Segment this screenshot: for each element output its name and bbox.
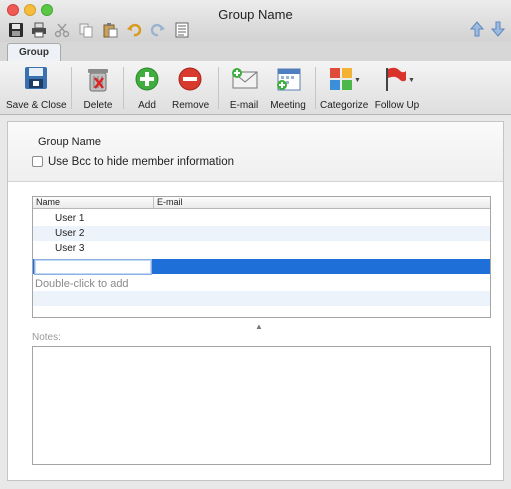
group-form-panel: Group Name Use Bcc to hide member inform…: [7, 121, 504, 481]
undo-icon[interactable]: [126, 22, 142, 38]
redo-icon[interactable]: [150, 22, 166, 38]
save-icon[interactable]: [8, 22, 24, 38]
copy-icon[interactable]: [78, 22, 94, 38]
save-close-button[interactable]: Save & Close: [6, 64, 67, 111]
email-button[interactable]: E-mail: [228, 64, 260, 111]
delete-button[interactable]: Delete: [80, 64, 116, 111]
next-item-arrow-icon[interactable]: [490, 21, 506, 37]
meeting-button[interactable]: Meeting: [268, 64, 308, 111]
members-table-header: Name E-mail: [33, 197, 490, 209]
column-header-name[interactable]: Name: [36, 197, 60, 208]
add-icon: [132, 64, 162, 94]
cut-icon[interactable]: [54, 22, 70, 38]
print-icon[interactable]: [31, 22, 47, 38]
double-click-to-add-hint: Double-click to add: [35, 278, 129, 290]
tab-group[interactable]: Group: [7, 43, 61, 62]
column-header-email[interactable]: E-mail: [157, 197, 183, 208]
categorize-icon: [326, 64, 356, 94]
categorize-dropdown-arrow-icon[interactable]: ▼: [354, 77, 361, 84]
group-header-area: Group Name Use Bcc to hide member inform…: [8, 122, 503, 182]
member-name-cell: User 2: [55, 228, 85, 239]
member-name-cell: User 1: [55, 213, 85, 224]
meeting-calendar-icon: [273, 64, 303, 94]
add-member-row[interactable]: Double-click to add: [33, 276, 490, 291]
trash-icon: [83, 64, 113, 94]
splitter-handle-icon[interactable]: ▲: [255, 322, 263, 331]
empty-row: [33, 291, 490, 306]
ribbon: Save & Close Delete Add Remove E-mail Me…: [0, 61, 511, 115]
form-list-icon[interactable]: [174, 22, 190, 38]
ribbon-tab-strip: [0, 42, 511, 62]
notes-label: Notes:: [32, 332, 61, 343]
window-title: Group Name: [218, 7, 293, 22]
bcc-checkbox-label[interactable]: Use Bcc to hide member information: [48, 156, 234, 168]
group-name-field[interactable]: Group Name: [38, 136, 101, 148]
title-bar: Group Name: [0, 0, 511, 42]
member-name-cell: User 3: [55, 243, 85, 254]
follow-up-button[interactable]: Follow Up: [374, 64, 420, 111]
remove-icon: [175, 64, 205, 94]
notes-textarea[interactable]: [32, 346, 491, 465]
categorize-button[interactable]: Categorize: [320, 64, 368, 111]
bcc-checkbox[interactable]: [32, 156, 43, 167]
new-member-name-input[interactable]: [34, 259, 152, 275]
table-row[interactable]: User 2: [33, 226, 490, 241]
members-table: Name E-mail User 1 User 2 User 3 Double-…: [32, 196, 491, 318]
email-icon: [229, 64, 259, 94]
remove-button[interactable]: Remove: [172, 64, 209, 111]
previous-item-arrow-icon[interactable]: [469, 21, 485, 37]
table-row[interactable]: User 1: [33, 211, 490, 226]
save-close-icon: [21, 64, 51, 94]
follow-up-dropdown-arrow-icon[interactable]: ▼: [408, 77, 415, 84]
paste-icon[interactable]: [102, 22, 118, 38]
add-button[interactable]: Add: [132, 64, 162, 111]
follow-up-flag-icon: [379, 64, 409, 94]
table-row[interactable]: User 3: [33, 241, 490, 256]
